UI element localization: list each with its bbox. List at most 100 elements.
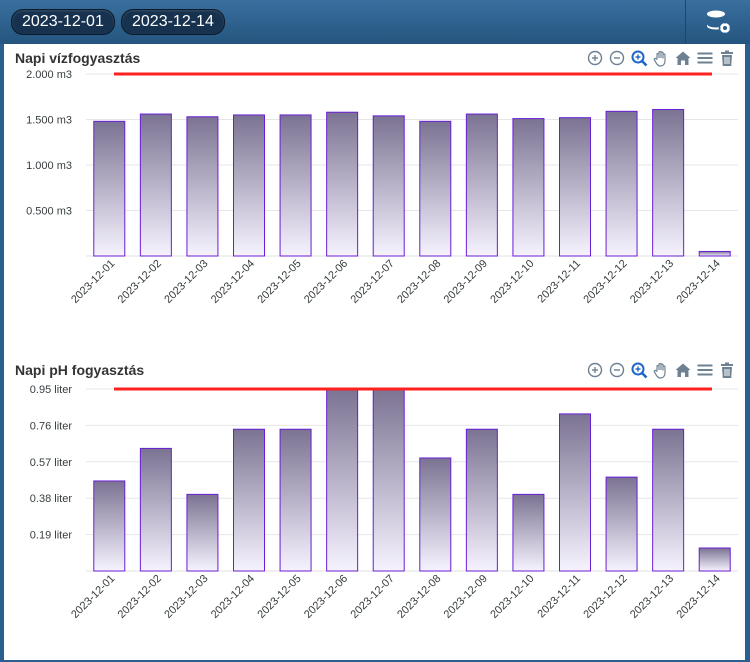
home-reset-button[interactable] bbox=[673, 48, 693, 68]
bar-2023-12-10[interactable] bbox=[512, 118, 545, 257]
home-reset-icon bbox=[675, 363, 691, 377]
x-tick-label: 2023-12-08 bbox=[395, 258, 443, 306]
trash-button[interactable] bbox=[717, 360, 737, 380]
chart-svg: 0.95 liter 0.76 liter 0.57 liter 0.38 liter… bbox=[30, 384, 738, 621]
menu-button[interactable] bbox=[695, 360, 715, 380]
x-tick-label: 2023-12-11 bbox=[535, 258, 583, 306]
x-tick-label: 2023-12-01 bbox=[69, 573, 117, 621]
x-tick-label: 2023-12-04 bbox=[209, 573, 257, 621]
y-tick-label: 0.19 liter bbox=[30, 530, 73, 542]
x-tick-label: 2023-12-04 bbox=[209, 258, 257, 306]
bar-2023-12-03[interactable] bbox=[186, 116, 219, 257]
bar-2023-12-11[interactable] bbox=[559, 413, 591, 572]
zoom-out-button[interactable] bbox=[607, 360, 627, 380]
ph-consumption-chart: 0.95 liter 0.76 liter 0.57 liter 0.38 liter… bbox=[4, 356, 745, 662]
bar-2023-12-09[interactable] bbox=[465, 113, 498, 257]
bar-2023-12-05[interactable] bbox=[279, 428, 312, 572]
bar-2023-12-12[interactable] bbox=[605, 476, 638, 572]
charts-panel: 2.000 m3 1.500 m3 1.000 m3 0.500 m3 2023-12-… bbox=[4, 44, 745, 660]
x-tick-label: 2023-12-08 bbox=[395, 573, 443, 621]
x-tick-label: 2023-12-02 bbox=[116, 258, 164, 306]
x-tick-label: 2023-12-03 bbox=[162, 573, 210, 621]
x-tick-label: 2023-12-13 bbox=[628, 573, 676, 621]
x-tick-label: 2023-12-14 bbox=[675, 258, 723, 306]
chart-title: Napi vízfogyasztás bbox=[15, 50, 141, 66]
x-tick-label: 2023-12-12 bbox=[581, 573, 629, 621]
zoom-selection-icon bbox=[631, 362, 648, 379]
menu-button[interactable] bbox=[695, 48, 715, 68]
top-bar: 2023-12-01 2023-12-14 bbox=[0, 0, 750, 44]
y-tick-label: 1.000 m3 bbox=[26, 160, 72, 172]
x-tick-label: 2023-12-12 bbox=[581, 258, 629, 306]
bar-2023-12-03[interactable] bbox=[186, 493, 219, 572]
x-tick-label: 2023-12-11 bbox=[535, 573, 583, 621]
bar-2023-12-07[interactable] bbox=[372, 388, 405, 572]
home-reset-button[interactable] bbox=[673, 360, 693, 380]
x-tick-label: 2023-12-14 bbox=[675, 573, 723, 621]
bar-2023-12-01[interactable] bbox=[93, 480, 126, 572]
bar-2023-12-08[interactable] bbox=[419, 120, 452, 257]
x-tick-label: 2023-12-07 bbox=[349, 573, 397, 621]
pan-hand-icon bbox=[653, 362, 666, 379]
chart-toolbar bbox=[585, 48, 737, 68]
bar-2023-12-06[interactable] bbox=[326, 388, 359, 572]
database-settings-icon bbox=[706, 10, 732, 35]
water-consumption-chart: 2.000 m3 1.500 m3 1.000 m3 0.500 m3 2023-12-… bbox=[4, 44, 745, 350]
zoom-out-button[interactable] bbox=[607, 48, 627, 68]
zoom-selection-button[interactable] bbox=[629, 360, 649, 380]
home-reset-icon bbox=[675, 51, 691, 65]
date-from-pill[interactable]: 2023-12-01 bbox=[11, 9, 115, 35]
chart-title: Napi pH fogyasztás bbox=[15, 362, 145, 378]
bar-2023-12-14[interactable] bbox=[698, 547, 731, 572]
x-tick-label: 2023-12-01 bbox=[69, 258, 117, 306]
x-tick-label: 2023-12-06 bbox=[302, 258, 350, 306]
bar-2023-12-04[interactable] bbox=[233, 428, 265, 572]
x-tick-label: 2023-12-03 bbox=[162, 258, 210, 306]
bar-2023-12-01[interactable] bbox=[93, 120, 126, 257]
bar-2023-12-08[interactable] bbox=[419, 457, 452, 572]
bar-2023-12-04[interactable] bbox=[233, 114, 265, 257]
zoom-selection-icon bbox=[631, 50, 648, 67]
x-tick-label: 2023-12-05 bbox=[255, 573, 303, 621]
bar-2023-12-09[interactable] bbox=[465, 428, 498, 572]
bar-2023-12-10[interactable] bbox=[512, 493, 545, 572]
bar-2023-12-06[interactable] bbox=[326, 111, 359, 257]
x-tick-label: 2023-12-10 bbox=[488, 258, 536, 306]
zoom-in-button[interactable] bbox=[585, 360, 605, 380]
bar-2023-12-07[interactable] bbox=[372, 115, 405, 257]
bar-2023-12-13[interactable] bbox=[652, 428, 685, 572]
bar-2023-12-02[interactable] bbox=[139, 447, 172, 572]
zoom-selection-button[interactable] bbox=[629, 48, 649, 68]
y-tick-label: 0.95 liter bbox=[30, 384, 73, 396]
zoom-out-icon bbox=[609, 362, 625, 378]
bar-2023-12-13[interactable] bbox=[652, 108, 685, 257]
trash-icon bbox=[721, 362, 733, 378]
y-tick-label: 1.500 m3 bbox=[26, 115, 72, 127]
trash-icon bbox=[721, 50, 733, 66]
x-tick-label: 2023-12-10 bbox=[488, 573, 536, 621]
menu-icon bbox=[697, 364, 713, 376]
bar-2023-12-14[interactable] bbox=[698, 250, 731, 257]
x-tick-label: 2023-12-02 bbox=[116, 573, 164, 621]
zoom-in-button[interactable] bbox=[585, 48, 605, 68]
date-to-pill[interactable]: 2023-12-14 bbox=[121, 9, 225, 35]
x-tick-label: 2023-12-13 bbox=[628, 258, 676, 306]
bar-2023-12-05[interactable] bbox=[279, 114, 312, 257]
bar-2023-12-02[interactable] bbox=[139, 113, 172, 257]
pan-hand-button[interactable] bbox=[651, 48, 671, 68]
y-tick-label: 2.000 m3 bbox=[26, 69, 72, 81]
database-settings-button[interactable] bbox=[685, 0, 750, 44]
zoom-out-icon bbox=[609, 50, 625, 66]
zoom-in-icon bbox=[587, 362, 603, 378]
pan-hand-button[interactable] bbox=[651, 360, 671, 380]
x-tick-label: 2023-12-09 bbox=[442, 258, 490, 306]
x-tick-label: 2023-12-07 bbox=[349, 258, 397, 306]
x-tick-label: 2023-12-09 bbox=[442, 573, 490, 621]
y-tick-label: 0.500 m3 bbox=[26, 206, 72, 218]
y-tick-label: 0.57 liter bbox=[30, 457, 73, 469]
trash-button[interactable] bbox=[717, 48, 737, 68]
x-tick-label: 2023-12-06 bbox=[302, 573, 350, 621]
bar-2023-12-11[interactable] bbox=[559, 117, 591, 257]
pan-hand-icon bbox=[653, 50, 666, 67]
bar-2023-12-12[interactable] bbox=[605, 110, 638, 257]
